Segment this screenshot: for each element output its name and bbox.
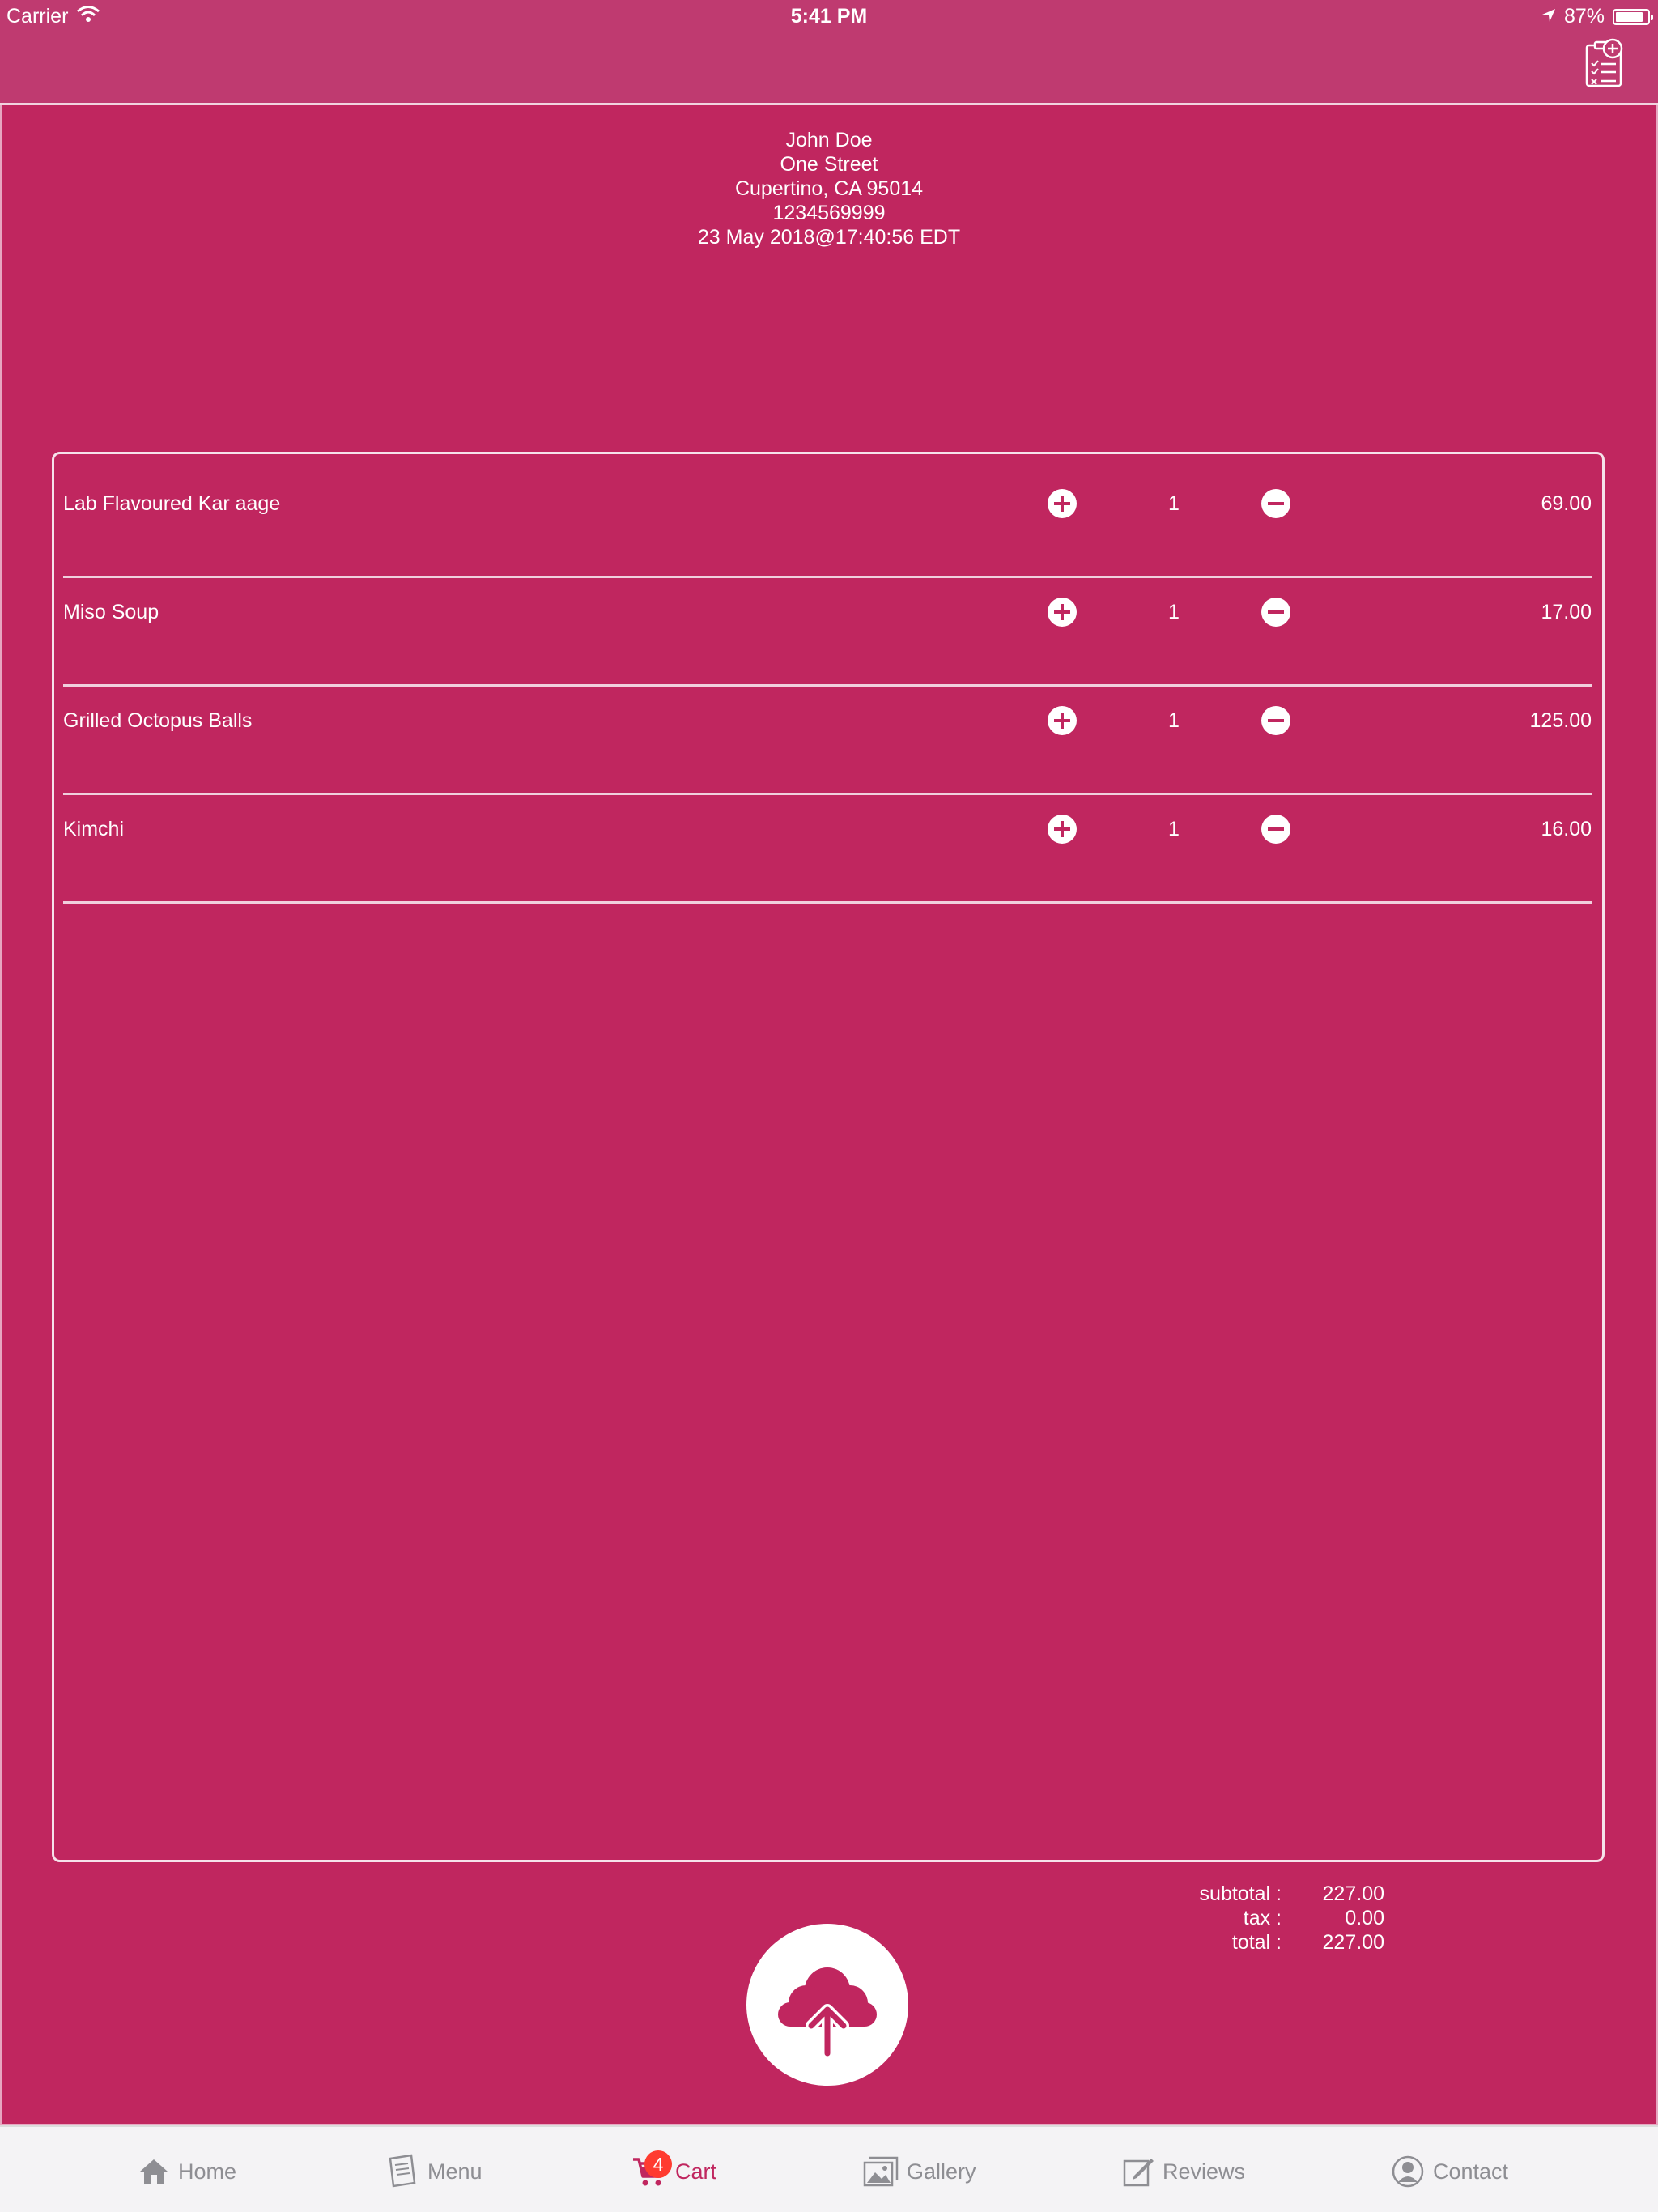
customer-info: John Doe One Street Cupertino, CA 95014 … [0,128,1658,249]
cart-badge: 4 [644,2150,672,2178]
increase-quantity-button[interactable] [1048,489,1077,518]
decrease-quantity-button[interactable] [1261,706,1290,735]
home-icon [140,2159,168,2184]
tab-cart[interactable]: 4 Cart [631,2150,717,2192]
tab-contact[interactable]: Contact [1391,2151,1508,2192]
status-time: 5:41 PM [790,5,868,28]
tab-cart-label: Cart [675,2159,717,2184]
increase-quantity-button[interactable] [1048,706,1077,735]
tab-reviews[interactable]: Reviews [1122,2151,1245,2192]
gallery-icon [863,2156,899,2187]
customer-phone: 1234569999 [772,202,886,224]
increase-quantity-button[interactable] [1048,598,1077,627]
tab-home[interactable]: Home [138,2151,236,2192]
item-name: Grilled Octopus Balls [63,709,253,732]
customer-street: One Street [780,153,878,176]
tax-value: 0.00 [1345,1907,1384,1929]
increase-quantity-button[interactable] [1048,815,1077,844]
status-bar: Carrier 5:41 PM 87% [0,0,1658,32]
battery-icon [1613,8,1653,25]
order-row: Miso Soup 1 17.00 [63,578,1592,687]
total-value: 227.00 [1322,1931,1384,1954]
tab-gallery-label: Gallery [907,2159,976,2184]
tab-menu-label: Menu [427,2159,483,2184]
tab-contact-label: Contact [1433,2159,1509,2184]
submit-order-button[interactable] [746,1924,908,2086]
navigation-bar [0,32,1658,105]
decrease-quantity-button[interactable] [1261,489,1290,518]
location-arrow-icon [1541,5,1556,28]
clipboard-checklist-add-icon[interactable] [1584,37,1627,89]
cloud-upload-icon [778,1967,877,2059]
customer-name: John Doe [785,129,873,151]
decrease-quantity-button[interactable] [1261,815,1290,844]
tab-gallery[interactable]: Gallery [863,2151,976,2192]
item-price: 17.00 [1541,601,1592,623]
tab-bar: Home Menu 4 Cart Gallery Reviews Contact [0,2125,1658,2212]
tab-reviews-label: Reviews [1163,2159,1246,2184]
subtotal-label: subtotal : [1199,1882,1282,1905]
tab-menu[interactable]: Menu [384,2151,483,2192]
tab-home-label: Home [178,2159,237,2184]
customer-city: Cupertino, CA 95014 [734,177,924,200]
battery-fill [1616,11,1643,22]
item-name: Kimchi [63,818,125,840]
contact-icon [1392,2155,1424,2188]
tax-label: tax : [1243,1907,1282,1929]
item-name: Miso Soup [63,601,159,623]
decrease-quantity-button[interactable] [1261,598,1290,627]
item-price: 69.00 [1541,492,1592,515]
order-row: Grilled Octopus Balls 1 125.00 [63,687,1592,795]
menu-icon [389,2154,416,2188]
order-row: Lab Flavoured Kar aage 1 69.00 [63,470,1592,578]
order-datetime: 23 May 2018@17:40:56 EDT [697,226,961,249]
item-name: Lab Flavoured Kar aage [63,492,281,515]
item-price: 16.00 [1541,818,1592,840]
battery-percent: 87% [1563,5,1605,28]
order-row: Kimchi 1 16.00 [63,795,1592,904]
item-price: 125.00 [1529,709,1592,732]
item-quantity: 1 [1168,818,1180,840]
subtotal-value: 227.00 [1322,1882,1384,1905]
item-quantity: 1 [1168,492,1180,515]
order-totals: subtotal : 227.00 tax : 0.00 total : 227… [1133,1882,1392,1955]
item-quantity: 1 [1168,601,1180,623]
item-quantity: 1 [1168,709,1180,732]
reviews-icon [1123,2159,1154,2187]
total-label: total : [1231,1931,1282,1954]
